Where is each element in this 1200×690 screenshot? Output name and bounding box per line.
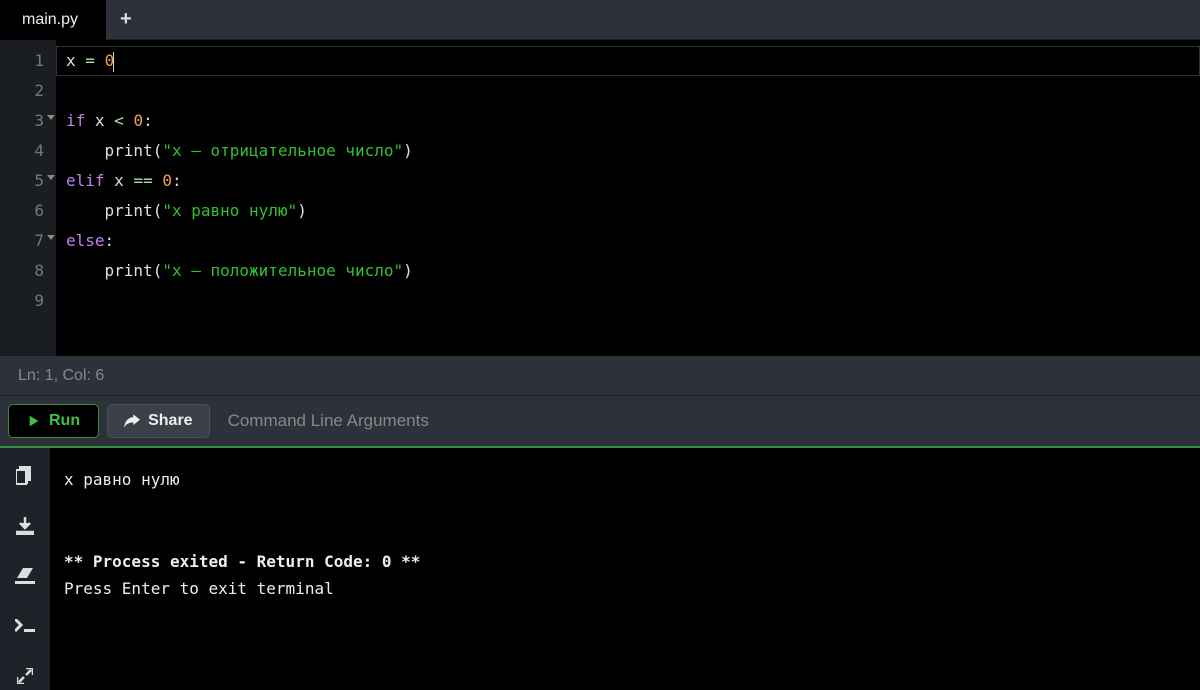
tabs-bar: main.py + xyxy=(0,0,1200,40)
fullscreen-button[interactable] xyxy=(11,662,39,690)
plus-icon: + xyxy=(120,8,132,31)
copy-button[interactable] xyxy=(11,462,39,490)
tab-main-py[interactable]: main.py xyxy=(0,0,106,40)
share-button-label: Share xyxy=(148,412,192,430)
text-cursor xyxy=(113,52,114,72)
line-number: 7 xyxy=(0,226,56,256)
terminal-line xyxy=(64,493,1186,520)
code-editor[interactable]: 123456789 x = 0 if x < 0: print("x — отри… xyxy=(0,40,1200,356)
line-number: 4 xyxy=(0,136,56,166)
code-line[interactable] xyxy=(66,76,1200,106)
code-line[interactable]: print("x — отрицательное число") xyxy=(66,136,1200,166)
terminal-line xyxy=(64,520,1186,547)
output-panel: x равно нулю ** Process exited - Return … xyxy=(0,446,1200,690)
download-icon xyxy=(16,517,34,535)
code-line[interactable]: else: xyxy=(66,226,1200,256)
code-line[interactable]: elif x == 0: xyxy=(66,166,1200,196)
code-line[interactable]: print("x — положительное число") xyxy=(66,256,1200,286)
new-tab-button[interactable]: + xyxy=(106,0,146,39)
terminal-icon xyxy=(15,619,35,633)
line-number: 2 xyxy=(0,76,56,106)
code-line[interactable]: if x < 0: xyxy=(66,106,1200,136)
line-number: 3 xyxy=(0,106,56,136)
play-icon xyxy=(27,414,41,428)
command-line-args-input[interactable] xyxy=(218,403,1192,439)
line-number: 6 xyxy=(0,196,56,226)
run-button[interactable]: Run xyxy=(8,404,99,438)
terminal-output[interactable]: x равно нулю ** Process exited - Return … xyxy=(50,448,1200,690)
copy-icon xyxy=(16,466,34,486)
code-content[interactable]: x = 0 if x < 0: print("x — отрицательное … xyxy=(56,40,1200,356)
share-button[interactable]: Share xyxy=(107,404,209,438)
run-button-label: Run xyxy=(49,412,80,430)
code-line[interactable]: print("x равно нулю") xyxy=(66,196,1200,226)
output-side-toolbar xyxy=(0,448,50,690)
expand-icon xyxy=(17,668,33,684)
clear-button[interactable] xyxy=(11,562,39,590)
terminal-button[interactable] xyxy=(11,612,39,640)
fold-marker-icon[interactable] xyxy=(47,175,55,180)
terminal-line: ** Process exited - Return Code: 0 ** xyxy=(64,548,1186,575)
eraser-icon xyxy=(15,568,35,584)
cursor-position: Ln: 1, Col: 6 xyxy=(18,367,104,385)
terminal-line: x равно нулю xyxy=(64,466,1186,493)
code-line[interactable]: x = 0 xyxy=(66,46,1200,76)
line-gutter: 123456789 xyxy=(0,40,56,356)
fold-marker-icon[interactable] xyxy=(47,235,55,240)
fold-marker-icon[interactable] xyxy=(47,115,55,120)
status-bar: Ln: 1, Col: 6 xyxy=(0,356,1200,395)
code-line[interactable] xyxy=(66,286,1200,316)
line-number: 8 xyxy=(0,256,56,286)
share-icon xyxy=(124,414,140,428)
line-number: 1 xyxy=(0,46,56,76)
line-number: 5 xyxy=(0,166,56,196)
toolbar: Run Share xyxy=(0,395,1200,446)
download-button[interactable] xyxy=(11,512,39,540)
line-number: 9 xyxy=(0,286,56,316)
terminal-line: Press Enter to exit terminal xyxy=(64,575,1186,602)
